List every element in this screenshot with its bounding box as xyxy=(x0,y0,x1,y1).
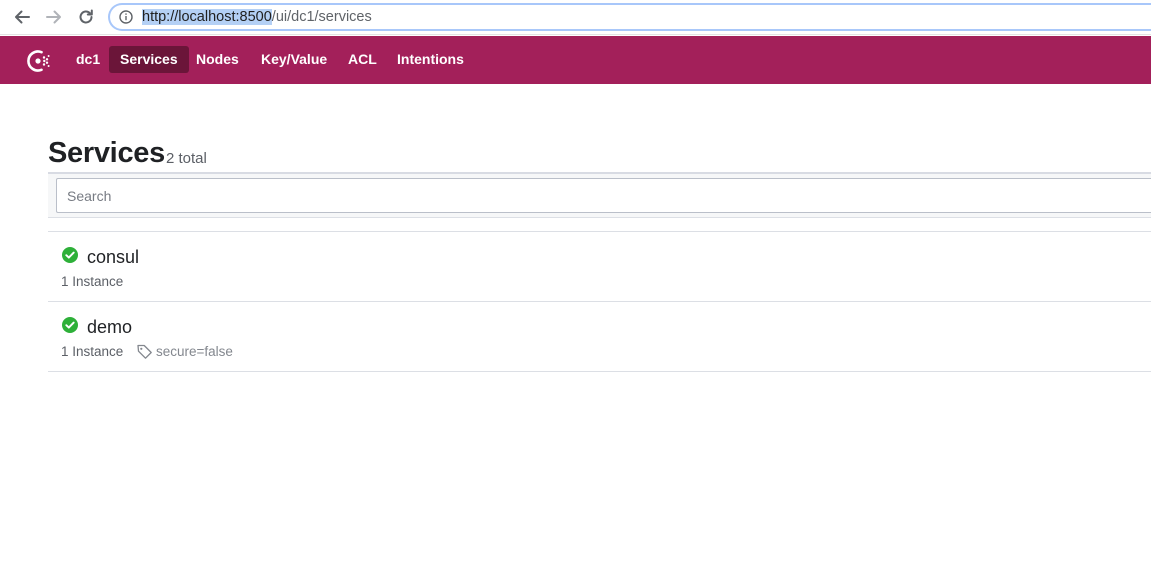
service-row-consul[interactable]: consul 1 Instance xyxy=(48,232,1151,302)
app-header: dc1 Services Nodes Key/Value ACL Intenti… xyxy=(0,36,1151,84)
search-bar xyxy=(48,174,1151,218)
page-title: Services xyxy=(48,137,165,169)
url-text[interactable]: http://localhost:8500/ui/dc1/services xyxy=(142,9,372,25)
nav-intentions[interactable]: Intentions xyxy=(386,46,475,73)
service-instances: 1 Instance xyxy=(61,344,124,359)
nav-key-value[interactable]: Key/Value xyxy=(250,46,338,73)
nav-nodes[interactable]: Nodes xyxy=(185,46,250,73)
datacenter-selector[interactable]: dc1 xyxy=(65,46,111,73)
tag-icon xyxy=(136,343,153,360)
service-tag: secure=false xyxy=(156,344,233,359)
service-name[interactable]: consul xyxy=(87,247,139,268)
passing-check-icon xyxy=(62,247,78,263)
service-instances: 1 Instance xyxy=(61,274,124,289)
browser-toolbar: http://localhost:8500/ui/dc1/services xyxy=(0,0,1151,35)
passing-check-icon xyxy=(62,317,78,333)
url-selected-part: http://localhost:8500 xyxy=(142,9,272,25)
url-path: /ui/dc1/services xyxy=(271,9,372,25)
reload-icon[interactable] xyxy=(74,6,98,28)
service-count: 2 total xyxy=(166,150,207,167)
search-input[interactable] xyxy=(56,178,1151,213)
back-arrow-icon[interactable] xyxy=(10,6,34,28)
forward-arrow-icon[interactable] xyxy=(42,6,66,28)
nav-services[interactable]: Services xyxy=(109,46,189,73)
consul-logo[interactable] xyxy=(24,47,52,75)
nav-acl[interactable]: ACL xyxy=(337,46,388,73)
address-bar[interactable]: http://localhost:8500/ui/dc1/services xyxy=(108,3,1151,31)
service-name[interactable]: demo xyxy=(87,317,132,338)
service-row-demo[interactable]: demo 1 Instance secure=false xyxy=(48,302,1151,372)
info-icon[interactable] xyxy=(119,10,133,24)
